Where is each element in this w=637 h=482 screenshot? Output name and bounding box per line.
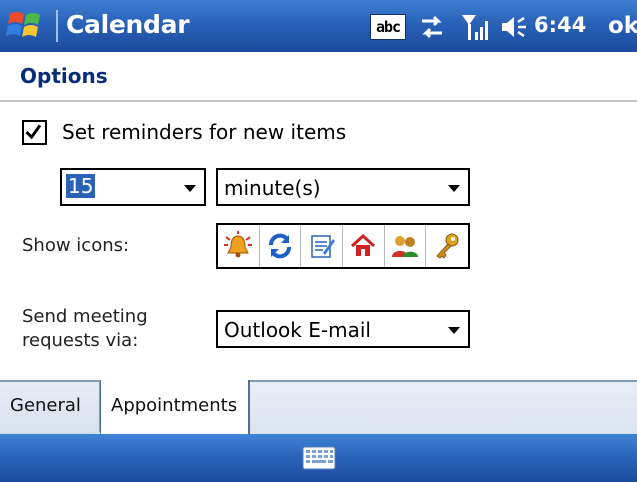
clock[interactable]: 6:44 bbox=[534, 13, 586, 37]
page-title: Options bbox=[20, 64, 108, 88]
title-separator bbox=[56, 10, 58, 42]
reminder-unit-select[interactable]: minute(s) bbox=[216, 168, 470, 206]
tab-bar: General Appointments bbox=[0, 380, 637, 434]
reminder-amount-select[interactable]: 15 bbox=[60, 168, 206, 206]
show-icons-strip bbox=[216, 223, 470, 269]
send-meeting-label-line2: requests via: bbox=[22, 330, 139, 351]
reminder-amount-value: 15 bbox=[66, 174, 96, 198]
dropdown-arrow-icon bbox=[184, 185, 196, 192]
menu-bar bbox=[0, 434, 637, 482]
keyboard-icon[interactable] bbox=[302, 445, 336, 471]
windows-start-icon[interactable] bbox=[6, 8, 50, 44]
tab-appointments[interactable]: Appointments bbox=[100, 380, 250, 434]
tab-strip-filler bbox=[250, 380, 637, 434]
abc-input-icon[interactable]: abc bbox=[370, 14, 406, 40]
alarm-bell-icon[interactable] bbox=[218, 225, 260, 267]
send-meeting-value: Outlook E-mail bbox=[224, 318, 371, 342]
reminders-checkbox[interactable] bbox=[22, 120, 47, 145]
signal-icon[interactable] bbox=[460, 12, 492, 42]
checkmark-icon bbox=[25, 124, 42, 140]
send-meeting-label: Send meeting requests via: bbox=[22, 305, 148, 353]
home-icon[interactable] bbox=[343, 225, 385, 267]
dropdown-arrow-icon bbox=[448, 327, 460, 334]
app-title: Calendar bbox=[66, 10, 190, 39]
reminders-label[interactable]: Set reminders for new items bbox=[62, 120, 346, 144]
header-divider bbox=[0, 100, 637, 102]
private-key-icon[interactable] bbox=[426, 225, 468, 267]
title-bar: Calendar abc 6:44 ok bbox=[0, 0, 637, 52]
send-meeting-label-line1: Send meeting bbox=[22, 306, 148, 327]
show-icons-label: Show icons: bbox=[22, 235, 130, 256]
dropdown-arrow-icon bbox=[448, 185, 460, 192]
connectivity-icon[interactable] bbox=[416, 13, 448, 41]
send-meeting-select[interactable]: Outlook E-mail bbox=[216, 310, 470, 348]
recurrence-icon[interactable] bbox=[260, 225, 302, 267]
reminder-unit-value: minute(s) bbox=[224, 176, 321, 200]
volume-icon[interactable] bbox=[500, 14, 530, 40]
ok-button[interactable]: ok bbox=[598, 9, 637, 43]
note-icon[interactable] bbox=[301, 225, 344, 267]
tab-general[interactable]: General bbox=[0, 380, 100, 432]
attendees-icon[interactable] bbox=[385, 225, 427, 267]
tab-divider bbox=[0, 380, 100, 382]
